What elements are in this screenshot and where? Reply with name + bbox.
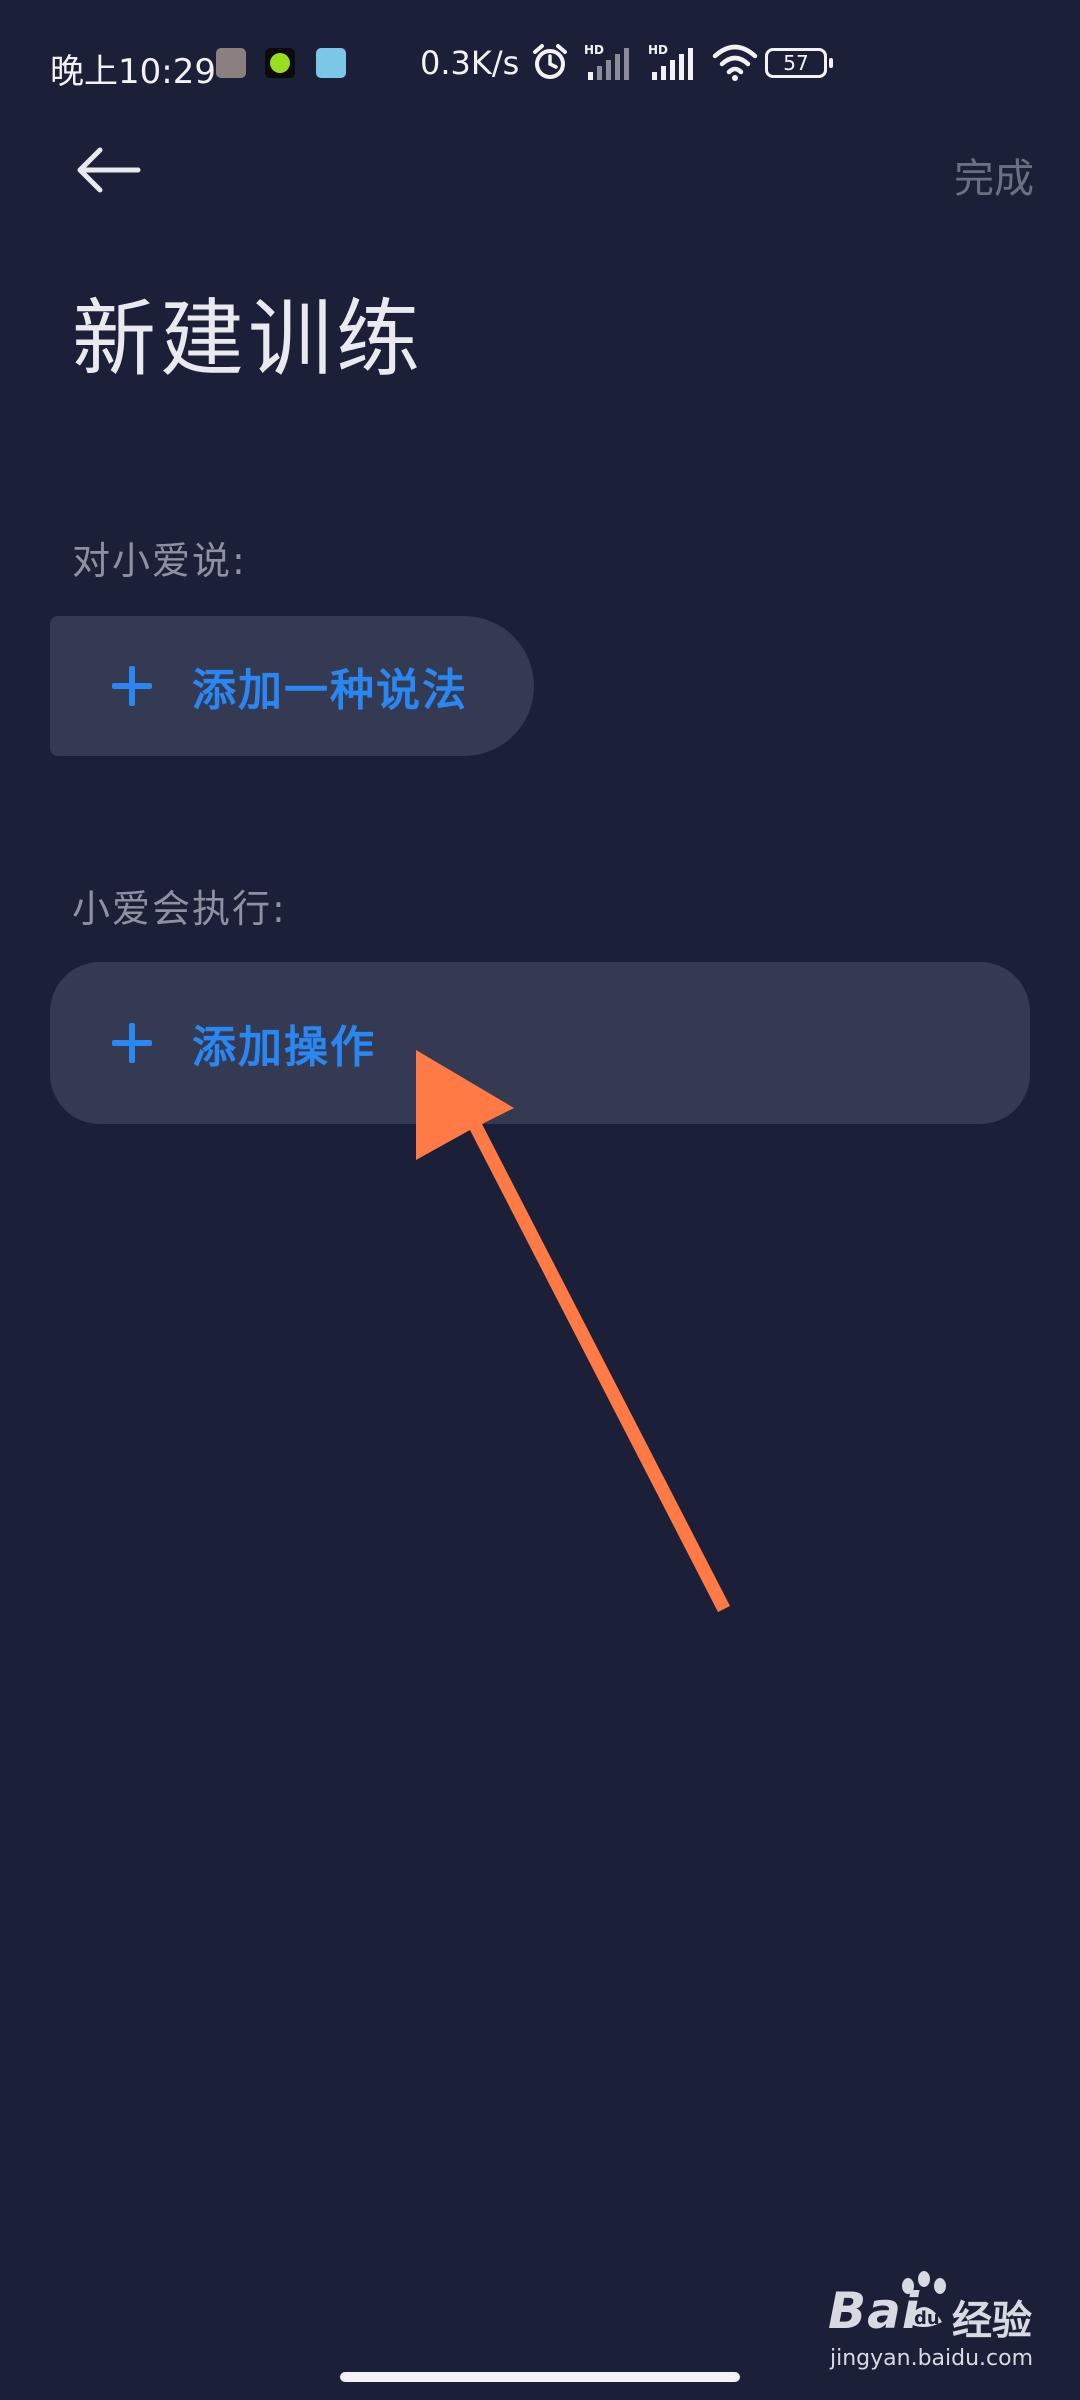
status-icons: HD HD	[530, 40, 758, 84]
baidu-jingyan-watermark: Bai du 经验 jingyan.baidu.com	[828, 2271, 1058, 2382]
add-action-button[interactable]: 添加操作	[50, 962, 1030, 1124]
say-section-label: 对小爱说:	[72, 539, 247, 583]
page-title: 新建训练	[72, 290, 425, 388]
home-indicator[interactable]	[340, 2372, 740, 2382]
watermark-suffix: 经验	[952, 2298, 1032, 2344]
done-button[interactable]: 完成	[954, 146, 1034, 204]
battery-icon: 57	[765, 48, 833, 78]
plus-icon	[112, 666, 152, 706]
network-speed: 0.3K/s	[420, 44, 520, 82]
status-time: 晚上10:29	[50, 52, 216, 92]
plus-icon	[112, 1023, 152, 1063]
add-action-label: 添加操作	[192, 1022, 376, 1073]
signal-icon: HD	[648, 43, 693, 80]
signal-hd-label: HD	[584, 43, 604, 57]
alarm-icon	[533, 44, 567, 79]
app-notification-icon	[316, 48, 346, 78]
watermark-url: jingyan.baidu.com	[830, 2346, 1034, 2371]
add-phrase-label: 添加一种说法	[192, 665, 468, 716]
app-notification-icon	[216, 48, 246, 78]
green-dot-notification-icon	[265, 48, 295, 78]
paw-logo-icon: du	[902, 2271, 946, 2329]
wifi-icon	[712, 44, 758, 81]
signal-icon: HD	[584, 43, 629, 80]
back-arrow-icon[interactable]	[72, 140, 142, 200]
add-phrase-button[interactable]: 添加一种说法	[50, 616, 534, 756]
execute-section-label: 小爱会执行:	[72, 887, 287, 931]
svg-text:du: du	[914, 2308, 940, 2329]
status-bar: 晚上10:29 0.3K/s HD HD 57	[0, 0, 1080, 130]
signal-hd-label: HD	[648, 43, 668, 57]
